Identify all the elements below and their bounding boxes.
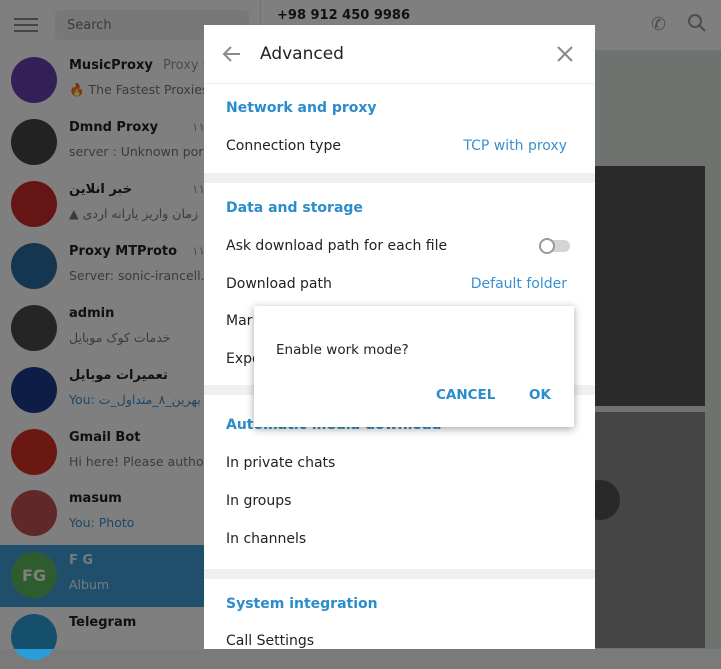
auto-download-channels[interactable]: In channels <box>226 531 306 547</box>
section-network-title: Network and proxy <box>226 100 377 116</box>
work-mode-confirm-dialog: Enable work mode? CANCEL OK <box>254 306 574 427</box>
section-system-title: System integration <box>226 596 378 612</box>
manage-storage-label[interactable]: Mar <box>226 313 252 329</box>
ask-download-path-toggle[interactable] <box>539 238 570 254</box>
download-path-label[interactable]: Download path <box>226 276 332 292</box>
auto-download-groups[interactable]: In groups <box>226 493 291 509</box>
dialog-title: Advanced <box>260 44 344 64</box>
toggle-knob <box>539 238 555 254</box>
confirm-message: Enable work mode? <box>276 342 409 358</box>
dialog-header: Advanced <box>204 25 595 84</box>
ask-download-path-label[interactable]: Ask download path for each file <box>226 238 447 254</box>
ok-button[interactable]: OK <box>529 387 551 403</box>
close-icon[interactable] <box>557 46 573 62</box>
section-data-title: Data and storage <box>226 200 363 216</box>
section-divider <box>204 173 595 183</box>
connection-type-label[interactable]: Connection type <box>226 138 341 154</box>
auto-download-private-chats[interactable]: In private chats <box>226 455 335 471</box>
call-settings-label[interactable]: Call Settings <box>226 633 314 649</box>
section-divider <box>204 569 595 579</box>
cancel-button[interactable]: CANCEL <box>436 387 495 403</box>
download-path-value[interactable]: Default folder <box>471 276 567 292</box>
back-arrow-icon[interactable] <box>222 44 242 64</box>
connection-type-value[interactable]: TCP with proxy <box>463 138 567 154</box>
